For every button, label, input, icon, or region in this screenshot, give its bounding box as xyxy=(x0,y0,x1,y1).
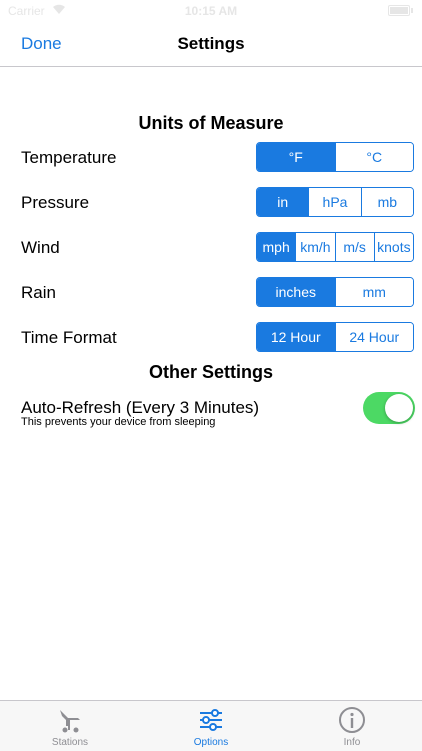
rain-option[interactable]: mm xyxy=(334,278,413,306)
tab-info-label: Info xyxy=(343,737,361,748)
pressure-option[interactable]: mb xyxy=(360,188,413,216)
temperature-option[interactable]: °F xyxy=(257,143,335,171)
navigation-bar: Done Settings xyxy=(0,22,422,67)
temperature-option[interactable]: °C xyxy=(334,143,413,171)
tab-info[interactable]: Info xyxy=(282,701,422,751)
time-format-segmented-control: 12 Hour 24 Hour xyxy=(256,322,414,352)
wind-option[interactable]: knots xyxy=(373,233,413,261)
auto-refresh-description: This prevents your device from sleeping xyxy=(21,416,216,428)
toggle-knob xyxy=(385,394,413,422)
battery-icon xyxy=(388,5,413,16)
wind-option[interactable]: mph xyxy=(257,233,296,261)
temperature-label: Temperature xyxy=(21,148,117,167)
stations-icon xyxy=(60,710,80,733)
tab-options[interactable]: Options xyxy=(141,701,281,751)
pressure-option[interactable]: hPa xyxy=(308,188,361,216)
wind-segmented-control: mph km/h m/s knots xyxy=(256,232,414,262)
temperature-segmented-control: °F °C xyxy=(256,142,414,172)
pressure-segmented-control: in hPa mb xyxy=(256,187,414,217)
tab-stations-label: Stations xyxy=(51,737,89,748)
page-title: Settings xyxy=(177,34,245,53)
tab-stations[interactable]: Stations xyxy=(0,701,140,751)
sliders-icon xyxy=(200,709,222,731)
time-format-option[interactable]: 24 Hour xyxy=(334,323,413,351)
auto-refresh-toggle[interactable] xyxy=(363,392,415,424)
rain-label: Rain xyxy=(21,283,56,302)
time-format-label: Time Format xyxy=(21,328,117,347)
time-format-option[interactable]: 12 Hour xyxy=(257,323,335,351)
status-time: 10:15 AM xyxy=(184,4,238,18)
status-bar: Carrier 10:15 AM xyxy=(0,0,422,22)
wind-option[interactable]: m/s xyxy=(334,233,374,261)
other-settings-title: Other Settings xyxy=(148,362,273,382)
wind-label: Wind xyxy=(21,238,60,257)
tab-bar: Stations Options Info xyxy=(0,700,422,751)
rain-option[interactable]: inches xyxy=(257,278,335,306)
units-section-title: Units of Measure xyxy=(138,113,284,133)
pressure-option[interactable]: in xyxy=(257,188,309,216)
wind-option[interactable]: km/h xyxy=(295,233,335,261)
auto-refresh-label: Auto-Refresh (Every 3 Minutes) xyxy=(21,398,260,417)
rain-segmented-control: inches mm xyxy=(256,277,414,307)
tab-options-label: Options xyxy=(193,737,229,748)
info-icon xyxy=(339,707,365,733)
pressure-label: Pressure xyxy=(21,193,90,212)
